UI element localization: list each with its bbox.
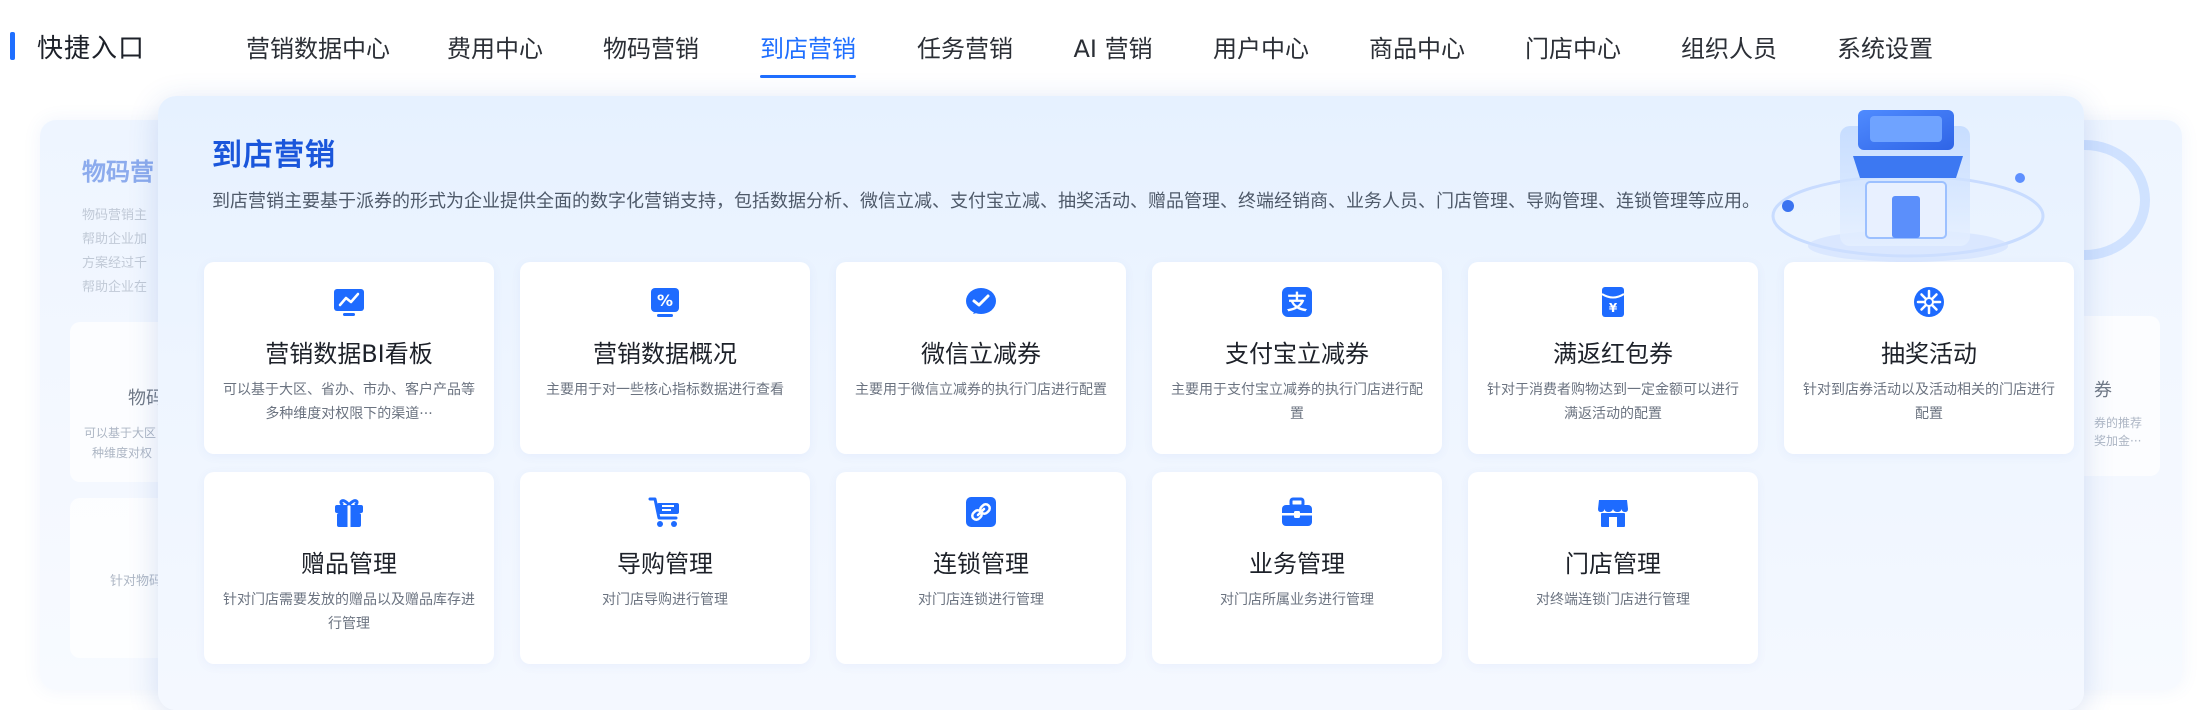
- tab-label: 营销数据中心: [246, 34, 390, 63]
- alipay-icon: 支: [1279, 284, 1315, 320]
- card-chain-management[interactable]: 连锁管理 对门店连锁进行管理: [836, 472, 1126, 664]
- card-gift-management[interactable]: 赠品管理 针对门店需要发放的赠品以及赠品库存进行管理: [204, 472, 494, 664]
- card-marketing-data-overview[interactable]: % 营销数据概况 主要用于对一些核心指标数据进行查看: [520, 262, 810, 454]
- card-description: 针对门店需要发放的赠品以及赠品库存进行管理: [223, 592, 475, 632]
- card-cashback-red-packet[interactable]: ¥ 满返红包券 针对于消费者购物达到一定金额可以进行满返活动的配置: [1468, 262, 1758, 454]
- card-description: 针对到店券活动以及活动相关的门店进行配置: [1803, 382, 2055, 422]
- page: 快捷入口 营销数据中心 费用中心 物码营销 到店营销 任务营销 AI 营销 用户…: [0, 0, 2202, 710]
- quick-entry-header: 快捷入口: [10, 28, 145, 64]
- card-store-management[interactable]: 门店管理 对终端连锁门店进行管理: [1468, 472, 1758, 664]
- in-store-marketing-panel: 到店营销 到店营销主要基于派券的形式为企业提供全面的数字化营销支持，包括数据分析…: [158, 96, 2084, 710]
- tab-label: 用户中心: [1213, 34, 1309, 63]
- card-title: 营销数据概况: [593, 340, 737, 368]
- red-packet-icon: ¥: [1595, 284, 1631, 320]
- bg-panel-desc-line: 帮助企业加: [82, 232, 148, 247]
- bg-card-title: 券: [2094, 380, 2112, 401]
- bg-card-desc: 奖加金···: [2094, 434, 2142, 448]
- card-title: 业务管理: [1249, 550, 1345, 578]
- store-icon: [1595, 494, 1631, 530]
- bg-panel-desc-line: 物码营销主: [82, 208, 148, 223]
- svg-text:%: %: [657, 291, 673, 310]
- card-title: 导购管理: [617, 550, 713, 578]
- tab-organization[interactable]: 组织人员: [1666, 0, 1792, 92]
- card-description: 针对于消费者购物达到一定金额可以进行满返活动的配置: [1487, 382, 1739, 422]
- card-business-management[interactable]: 业务管理 对门店所属业务进行管理: [1152, 472, 1442, 664]
- card-title: 连锁管理: [933, 550, 1029, 578]
- tab-label: AI 营销: [1073, 34, 1153, 63]
- accent-bar: [10, 32, 15, 60]
- panel-title: 到店营销: [212, 138, 336, 173]
- card-title: 支付宝立减券: [1225, 340, 1369, 368]
- card-description: 对门店所属业务进行管理: [1220, 592, 1374, 608]
- tab-expense-center[interactable]: 费用中心: [432, 0, 558, 92]
- lottery-wheel-icon: [1911, 284, 1947, 320]
- quick-entry-title: 快捷入口: [37, 33, 146, 64]
- bi-dashboard-icon: [331, 284, 367, 320]
- card-wechat-coupon[interactable]: 微信立减券 主要用于微信立减券的执行门店进行配置: [836, 262, 1126, 454]
- card-lottery-activity[interactable]: 抽奖活动 针对到店券活动以及活动相关的门店进行配置: [1784, 262, 2074, 454]
- card-marketing-bi-dashboard[interactable]: 营销数据BI看板 可以基于大区、省办、市办、客户产品等多种维度对权限下的渠道··…: [204, 262, 494, 454]
- tab-label: 物码营销: [603, 34, 699, 63]
- tab-marketing-data-center[interactable]: 营销数据中心: [234, 0, 402, 92]
- gift-icon: [331, 494, 367, 530]
- bg-panel-title: 物码营: [82, 158, 154, 186]
- data-overview-icon: %: [647, 284, 683, 320]
- panel-description: 到店营销主要基于派券的形式为企业提供全面的数字化营销支持，包括数据分析、微信立减…: [212, 191, 1760, 212]
- wechat-coupon-icon: [963, 284, 999, 320]
- tab-code-marketing[interactable]: 物码营销: [588, 0, 714, 92]
- top-navigation: 快捷入口 营销数据中心 费用中心 物码营销 到店营销 任务营销 AI 营销 用户…: [0, 0, 2202, 92]
- tab-label: 系统设置: [1837, 34, 1933, 63]
- main-nav-tabs: 营销数据中心 费用中心 物码营销 到店营销 任务营销 AI 营销 用户中心 商品…: [234, 0, 1948, 92]
- bg-card-desc: 针对物码: [110, 574, 163, 589]
- tab-label: 门店中心: [1525, 34, 1621, 63]
- tab-ai-marketing[interactable]: AI 营销: [1058, 0, 1168, 92]
- chain-link-icon: [963, 494, 999, 530]
- card-description: 主要用于微信立减券的执行门店进行配置: [855, 382, 1107, 398]
- card-title: 满返红包券: [1553, 340, 1673, 368]
- tab-task-marketing[interactable]: 任务营销: [902, 0, 1028, 92]
- svg-text:支: 支: [1287, 290, 1308, 314]
- card-title: 营销数据BI看板: [265, 340, 433, 368]
- card-title: 微信立减券: [921, 340, 1041, 368]
- card-title: 抽奖活动: [1881, 340, 1977, 368]
- card-description: 可以基于大区、省办、市办、客户产品等多种维度对权限下的渠道···: [223, 382, 475, 422]
- tab-in-store-marketing[interactable]: 到店营销: [760, 0, 856, 92]
- briefcase-icon: [1279, 494, 1315, 530]
- card-shopping-guide-management[interactable]: 导购管理 对门店导购进行管理: [520, 472, 810, 664]
- card-title: 门店管理: [1565, 550, 1661, 578]
- shopping-cart-icon: [647, 494, 683, 530]
- tab-system-settings[interactable]: 系统设置: [1822, 0, 1948, 92]
- tab-label: 任务营销: [917, 34, 1013, 63]
- card-description: 主要用于对一些核心指标数据进行查看: [546, 382, 784, 398]
- card-description: 对终端连锁门店进行管理: [1536, 592, 1690, 608]
- card-description: 主要用于支付宝立减券的执行门店进行配置: [1171, 382, 1423, 422]
- tab-label: 商品中心: [1369, 34, 1465, 63]
- bg-card-desc: 可以基于大区: [84, 426, 157, 440]
- tab-label: 组织人员: [1681, 34, 1777, 63]
- bg-card-desc: 券的推荐: [2094, 416, 2143, 430]
- tab-store-center[interactable]: 门店中心: [1510, 0, 1636, 92]
- card-alipay-coupon[interactable]: 支 支付宝立减券 主要用于支付宝立减券的执行门店进行配置: [1152, 262, 1442, 454]
- tab-label: 费用中心: [447, 34, 543, 63]
- card-title: 赠品管理: [301, 550, 397, 578]
- bg-card-desc: 种维度对权: [92, 446, 153, 460]
- bg-panel-desc-line: 方案经过千: [82, 256, 148, 271]
- card-description: 对门店导购进行管理: [602, 592, 728, 608]
- tab-product-center[interactable]: 商品中心: [1354, 0, 1480, 92]
- tab-user-center[interactable]: 用户中心: [1198, 0, 1324, 92]
- svg-text:¥: ¥: [1609, 301, 1618, 315]
- card-description: 对门店连锁进行管理: [918, 592, 1044, 608]
- store-illustration-icon: [1771, 110, 2045, 262]
- bg-panel-desc-line: 帮助企业在: [82, 280, 148, 295]
- tab-label: 到店营销: [760, 34, 856, 63]
